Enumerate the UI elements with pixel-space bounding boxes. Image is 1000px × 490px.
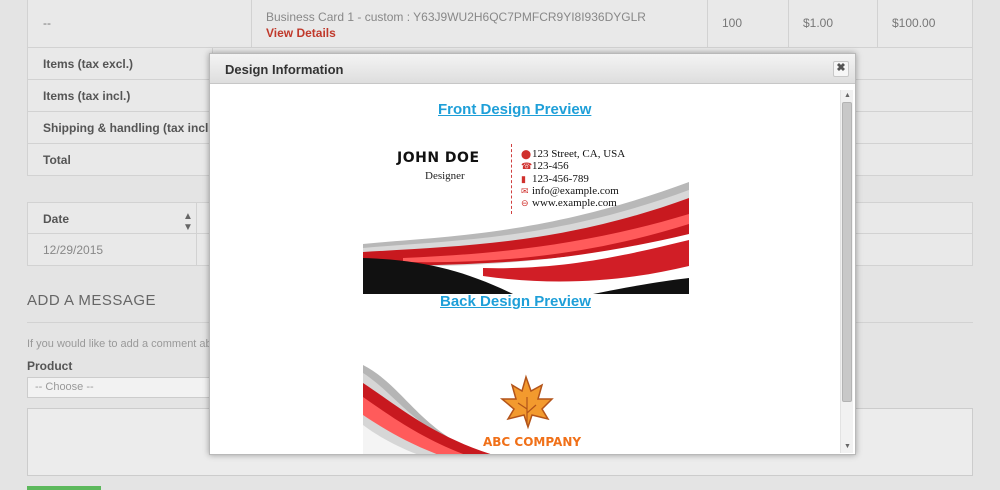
- modal-scrollbar[interactable]: ▲ ▼: [840, 90, 853, 453]
- phone-icon: ☎: [521, 161, 533, 172]
- front-design-preview-link[interactable]: Front Design Preview: [438, 101, 591, 118]
- scroll-down-icon[interactable]: ▼: [841, 441, 854, 453]
- card-person-name: JOHN DOE: [397, 150, 480, 166]
- modal-title: Design Information: [225, 62, 344, 77]
- card-contact-line: ⊖ www.example.com: [521, 197, 625, 209]
- design-information-modal: Design Information ✖ Front Design Previe…: [209, 53, 856, 455]
- contact-text: 123-456: [532, 160, 569, 173]
- back-design-preview-link[interactable]: Back Design Preview: [440, 293, 591, 310]
- mobile-icon: ▮: [521, 173, 526, 184]
- scrollbar-thumb[interactable]: [842, 102, 852, 402]
- modal-body: Front Design Preview JOHN DOE Designer ⬤…: [210, 85, 839, 454]
- front-card-preview: JOHN DOE Designer ⬤123 Street, CA, USA ☎…: [363, 136, 689, 294]
- card-divider: [511, 144, 512, 214]
- maple-leaf-icon: [499, 374, 554, 430]
- scroll-up-icon[interactable]: ▲: [841, 90, 854, 102]
- email-icon: ✉: [521, 185, 529, 196]
- contact-text: info@example.com: [532, 184, 619, 197]
- contact-text: 123 Street, CA, USA: [532, 148, 626, 160]
- web-icon: ⊖: [521, 198, 529, 209]
- contact-text: 123-456-789: [532, 172, 589, 185]
- map-pin-icon: ⬤: [521, 149, 532, 159]
- card-person-role: Designer: [425, 170, 465, 182]
- back-card-preview: ABC COMPANY: [363, 325, 689, 454]
- company-name: ABC COMPANY: [483, 435, 582, 449]
- card-contact-line: ⬤123 Street, CA, USA: [521, 148, 625, 160]
- card-contact-line: ▮ 123-456-789: [521, 173, 625, 185]
- card-contacts: ⬤123 Street, CA, USA ☎123-456 ▮ 123-456-7…: [521, 148, 625, 209]
- contact-text: www.example.com: [532, 197, 617, 210]
- card-contact-line: ☎123-456: [521, 160, 625, 172]
- close-icon[interactable]: ✖: [833, 61, 849, 77]
- modal-header: Design Information ✖: [210, 54, 855, 84]
- card-contact-line: ✉ info@example.com: [521, 185, 625, 197]
